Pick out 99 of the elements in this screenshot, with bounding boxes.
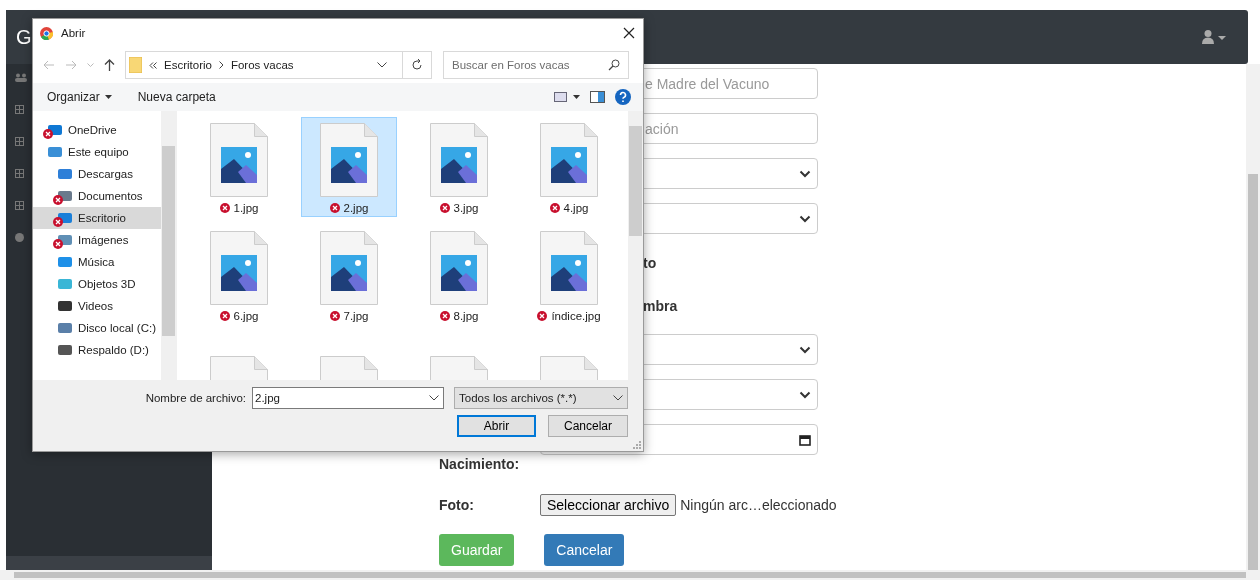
image-file-icon	[430, 123, 488, 197]
horizontal-scrollbar[interactable]	[0, 570, 1260, 580]
image-file-icon	[210, 123, 268, 197]
scrollbar[interactable]	[161, 111, 176, 380]
breadcrumb-item[interactable]: Escritorio	[164, 59, 212, 71]
browser-logo-icon	[40, 26, 53, 40]
nav-pane-item[interactable]: Música	[33, 251, 161, 273]
nav-pane-item[interactable]: Descargas	[33, 163, 161, 185]
table-icon[interactable]	[15, 105, 24, 114]
error-badge-icon	[439, 203, 450, 213]
nav-pane-item[interactable]: Videos	[33, 295, 161, 317]
chevron-down-icon[interactable]	[377, 62, 387, 68]
image-file-icon	[540, 231, 598, 305]
view-options-icon[interactable]	[554, 92, 580, 102]
file-tile[interactable]: 7.jpg	[301, 225, 397, 325]
file-tile[interactable]: 6.jpg	[191, 225, 287, 325]
user-menu-icon[interactable]	[1202, 30, 1228, 44]
image-file-icon	[320, 231, 378, 305]
search-icon[interactable]	[608, 59, 620, 71]
up-arrow-icon[interactable]	[104, 59, 115, 71]
folder-icon	[129, 57, 142, 73]
nav-pane-item[interactable]: Documentos	[33, 185, 161, 207]
new-folder-button[interactable]: Nueva carpeta	[129, 90, 224, 104]
caret-icon	[104, 95, 112, 99]
cancel-button[interactable]: Cancelar	[544, 534, 625, 566]
search-placeholder: Buscar en Foros vacas	[452, 59, 570, 71]
error-badge-icon	[537, 311, 548, 321]
organize-menu-button[interactable]: Organizar	[39, 90, 120, 104]
nav-pane-item[interactable]: Imágenes	[33, 229, 161, 251]
error-badge-icon	[329, 203, 340, 213]
chevron-icon	[149, 61, 157, 69]
nav-pane-item[interactable]: Disco local (C:)	[33, 317, 161, 339]
chevron-down-icon[interactable]	[429, 395, 439, 401]
cancel-button[interactable]: Cancelar	[548, 415, 628, 437]
chevron-down-icon	[799, 169, 811, 178]
nav-pane-item[interactable]: Respaldo (D:)	[33, 339, 161, 361]
error-badge-icon	[53, 217, 63, 227]
field-label: Foto:	[439, 497, 475, 513]
file-name: 4.jpg	[563, 202, 589, 214]
file-name: 6.jpg	[233, 310, 259, 322]
table-icon[interactable]	[15, 201, 24, 210]
error-badge-icon	[329, 311, 340, 321]
open-button[interactable]: Abrir	[457, 415, 536, 437]
back-arrow-icon[interactable]	[43, 60, 55, 70]
scrollbar[interactable]	[628, 111, 643, 380]
resize-grip-icon[interactable]	[633, 441, 641, 449]
error-badge-icon	[53, 195, 63, 205]
dialog-title: Abrir	[61, 27, 86, 39]
file-name: 2.jpg	[343, 202, 369, 214]
file-status-text: Ningún arc…eleccionado	[680, 497, 837, 513]
chevron-down-icon	[799, 345, 811, 354]
file-tile[interactable]: 8.jpg	[411, 225, 507, 325]
image-file-icon	[430, 231, 488, 305]
table-icon[interactable]	[15, 169, 24, 178]
file-name-field[interactable]: 2.jpg	[252, 387, 444, 409]
file-tile[interactable]: 3.jpg	[411, 117, 507, 217]
error-badge-icon	[43, 129, 53, 139]
field-label: to	[643, 254, 657, 271]
file-name: 8.jpg	[453, 310, 479, 322]
forward-arrow-icon[interactable]	[65, 60, 77, 70]
table-icon[interactable]	[15, 137, 24, 146]
image-file-icon	[210, 231, 268, 305]
file-type-dropdown[interactable]: Todos los archivos (*.*)	[454, 387, 628, 409]
file-name: índice.jpg	[551, 310, 601, 322]
refresh-icon[interactable]	[411, 59, 423, 71]
address-bar[interactable]: Escritorio Foros vacas	[125, 51, 432, 79]
nav-pane-item[interactable]: Escritorio	[33, 207, 161, 229]
nav-pane-item[interactable]: Este equipo	[33, 141, 161, 163]
file-tile[interactable]: 1.jpg	[191, 117, 287, 217]
nav-pane-item[interactable]: OneDrive	[33, 119, 161, 141]
field-label: Nacimiento:	[439, 456, 520, 472]
calendar-icon[interactable]	[799, 433, 811, 446]
error-badge-icon	[219, 311, 230, 321]
file-name: 1.jpg	[233, 202, 259, 214]
choose-file-button[interactable]: Seleccionar archivo	[540, 494, 677, 516]
image-file-icon	[320, 123, 378, 197]
preview-pane-icon[interactable]	[590, 91, 605, 103]
error-badge-icon	[53, 239, 63, 249]
file-name-label: Nombre de archivo:	[145, 392, 246, 404]
chevron-down-icon	[799, 214, 811, 223]
chevron-down-icon	[799, 390, 811, 399]
file-name: 7.jpg	[343, 310, 369, 322]
chevron-right-icon	[218, 61, 224, 69]
close-icon[interactable]	[623, 27, 635, 39]
users-icon[interactable]	[15, 73, 27, 82]
breadcrumb-item[interactable]: Foros vacas	[230, 59, 294, 71]
caret-icon[interactable]	[87, 62, 94, 68]
file-tile[interactable]: 2.jpg	[301, 117, 397, 217]
error-badge-icon	[549, 203, 560, 213]
file-tile[interactable]: índice.jpg	[521, 225, 617, 325]
search-field[interactable]: Buscar en Foros vacas	[443, 51, 629, 79]
error-badge-icon	[439, 311, 450, 321]
image-file-icon	[540, 123, 598, 197]
vertical-scrollbar[interactable]	[1246, 64, 1260, 570]
field-label: mbra	[643, 297, 678, 314]
nav-pane-item[interactable]: Objetos 3D	[33, 273, 161, 295]
chevron-down-icon	[613, 395, 623, 401]
error-badge-icon	[219, 203, 230, 213]
file-name: 3.jpg	[453, 202, 479, 214]
